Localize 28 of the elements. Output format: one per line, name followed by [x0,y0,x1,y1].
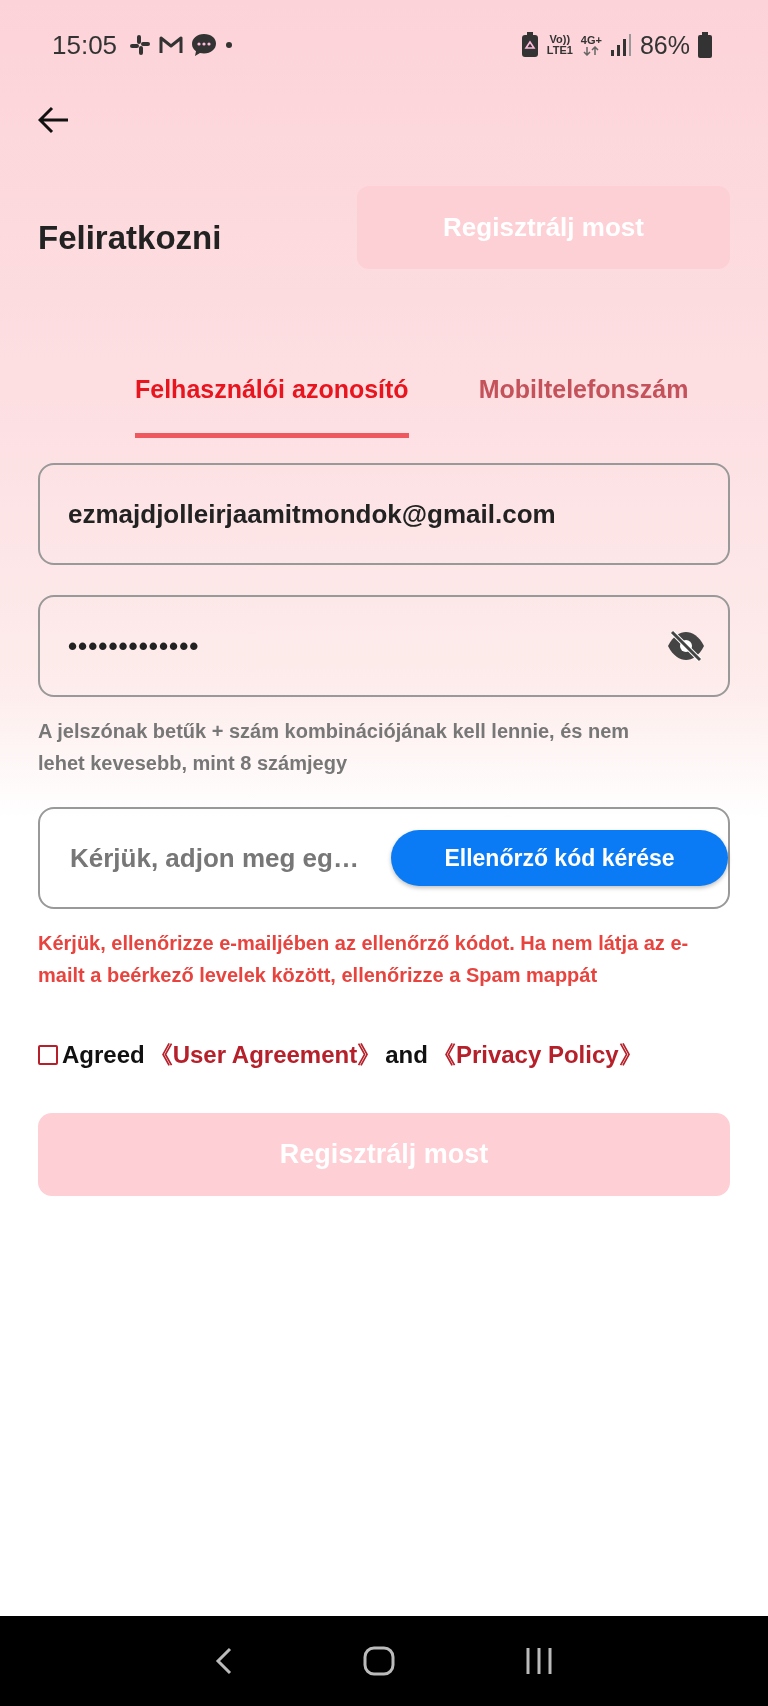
agreement-text: and [385,1041,428,1069]
agreement-text: Agreed [62,1041,145,1069]
code-input-field[interactable]: Kérjük, adjon meg eg… Ellenőrző kód kérése [38,807,730,909]
agreement-link[interactable]: 《User Agreement》 [148,1039,382,1071]
email-field[interactable]: ezmajdjolleirjaamitmondok@gmail.com [38,463,730,565]
chat-bubble-icon [191,33,218,57]
network-label: 4G+ [580,34,602,46]
email-notice: Kérjük, ellenőrizze e-mailjében az ellenőrző kódot. Ha nem látja az e-mailt a beérkező levelek között, ellenőrizze a Spam mappát [38,931,690,988]
password-field[interactable]: ••••••••••••• [38,595,730,697]
battery-icon [698,32,712,58]
signal-icon [609,33,632,57]
tab[interactable]: Felhasználói azonosító [135,363,409,438]
tab[interactable]: Mobiltelefonszám [478,363,689,438]
lte-label: LTE1 [546,45,573,56]
agreement-link[interactable]: 《Privacy Policy》 [431,1039,643,1071]
page-title: Feliratkozni [38,218,222,257]
battery-percent: 86% [639,30,690,60]
agree-checkbox[interactable] [38,1045,58,1065]
back-arrow-icon[interactable] [38,106,70,134]
volte-label: Vo)) [549,34,571,45]
home-nav-icon[interactable] [363,1646,395,1676]
eye-off-icon[interactable] [666,628,706,664]
password-hint: A jelszónak betűk + szám kombinációjának kell lennie, és nem lehet kevesebb, mint 8 számjegy [38,719,631,776]
data-arrows-icon [582,45,601,56]
battery-saver-icon [520,32,539,58]
request-code-button[interactable]: Ellenőrző kód kérése [391,830,728,886]
dot-icon [225,41,234,49]
status-time: 15:05 [52,29,118,61]
